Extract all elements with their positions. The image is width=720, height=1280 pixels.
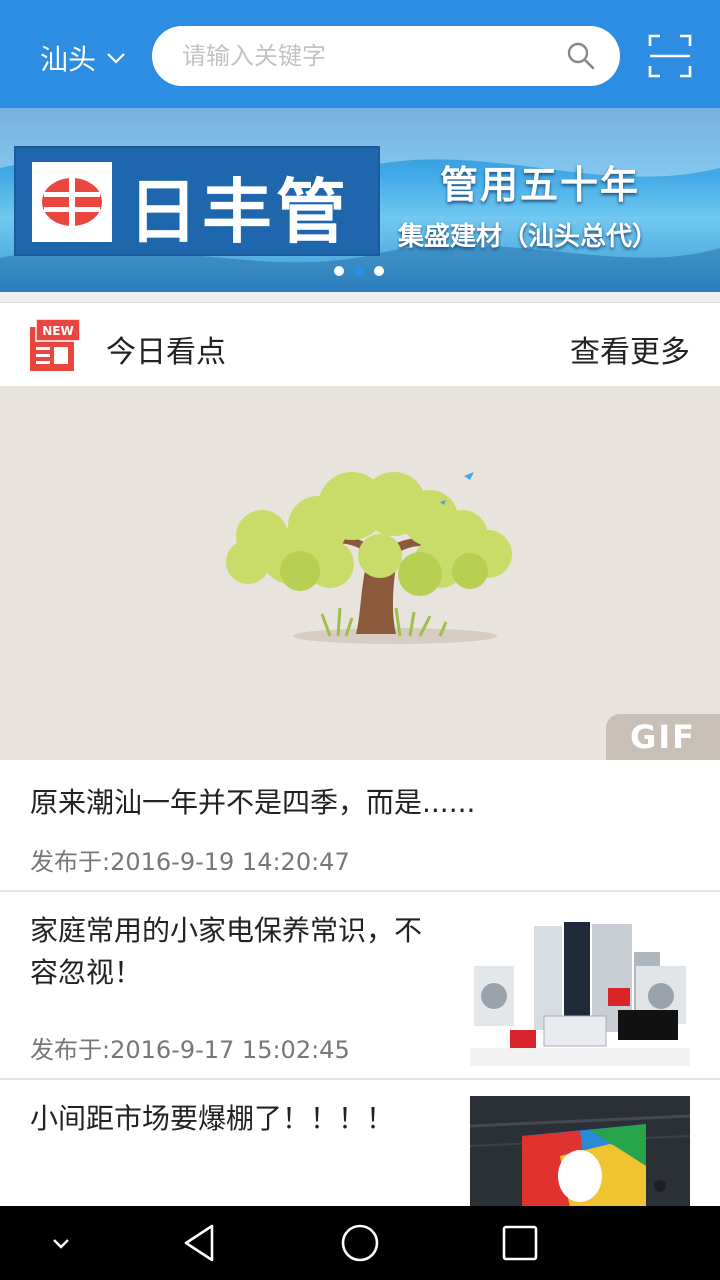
gif-badge: GIF (606, 714, 720, 760)
article-thumbnail-appliances (470, 916, 690, 1066)
section-divider (0, 292, 720, 302)
home-icon[interactable] (337, 1220, 383, 1266)
news-icon-label: NEW (42, 324, 73, 338)
carousel-dot[interactable] (374, 266, 384, 276)
brand-name: 日丰管 (128, 171, 350, 253)
carousel-indicator (334, 266, 384, 276)
system-navigation-bar (0, 1206, 720, 1280)
search-icon[interactable] (566, 41, 596, 71)
city-label: 汕头 (40, 43, 97, 76)
banner-slogan: 管用五十年 (440, 163, 641, 207)
recent-apps-icon[interactable] (497, 1220, 543, 1266)
today-highlights-header: NEW 今日看点 查看更多 (0, 302, 720, 386)
brand-logo (32, 162, 112, 242)
article-title: 小间距市场要爆棚了！！！！ (30, 1102, 395, 1135)
banner-dealer: 集盛建材（汕头总代） (398, 222, 659, 252)
back-icon[interactable] (178, 1220, 224, 1266)
search-input[interactable] (182, 36, 542, 76)
featured-article-image[interactable]: GIF (0, 386, 720, 760)
see-more-link[interactable]: 查看更多 (570, 327, 690, 371)
article-list-item[interactable]: 原来潮汕一年并不是四季，而是...... 发布于:2016-9-19 14:20… (0, 760, 720, 892)
tree-illustration (226, 472, 512, 644)
news-icon: NEW (30, 319, 80, 371)
city-selector[interactable]: 汕头 (40, 36, 126, 80)
carousel-dot[interactable] (334, 266, 344, 276)
brand-box: 日丰管 (14, 146, 380, 256)
article-date: 发布于:2016-9-19 14:20:47 (30, 848, 350, 876)
carousel-dot-active[interactable] (354, 266, 364, 276)
hide-keyboard-icon[interactable] (38, 1220, 84, 1266)
article-thumbnail-led-screen (470, 1096, 690, 1208)
app-header: 汕头 (0, 0, 720, 108)
scan-icon[interactable] (648, 34, 692, 78)
article-list-item[interactable]: 小间距市场要爆棚了！！！！ (0, 1080, 720, 1208)
article-title: 家庭常用的小家电保养常识，不容忽视！ (30, 914, 423, 989)
chevron-down-icon (107, 53, 125, 64)
article-date: 发布于:2016-9-17 15:02:45 (30, 1036, 350, 1064)
article-list-item[interactable]: 家庭常用的小家电保养常识，不容忽视！ 发布于:2016-9-17 15:02:4… (0, 892, 720, 1080)
section-title: 今日看点 (106, 335, 226, 370)
search-bar[interactable] (152, 26, 620, 86)
promo-banner[interactable]: 日丰管 管用五十年 集盛建材（汕头总代） (0, 108, 720, 292)
article-title: 原来潮汕一年并不是四季，而是...... (30, 786, 476, 819)
